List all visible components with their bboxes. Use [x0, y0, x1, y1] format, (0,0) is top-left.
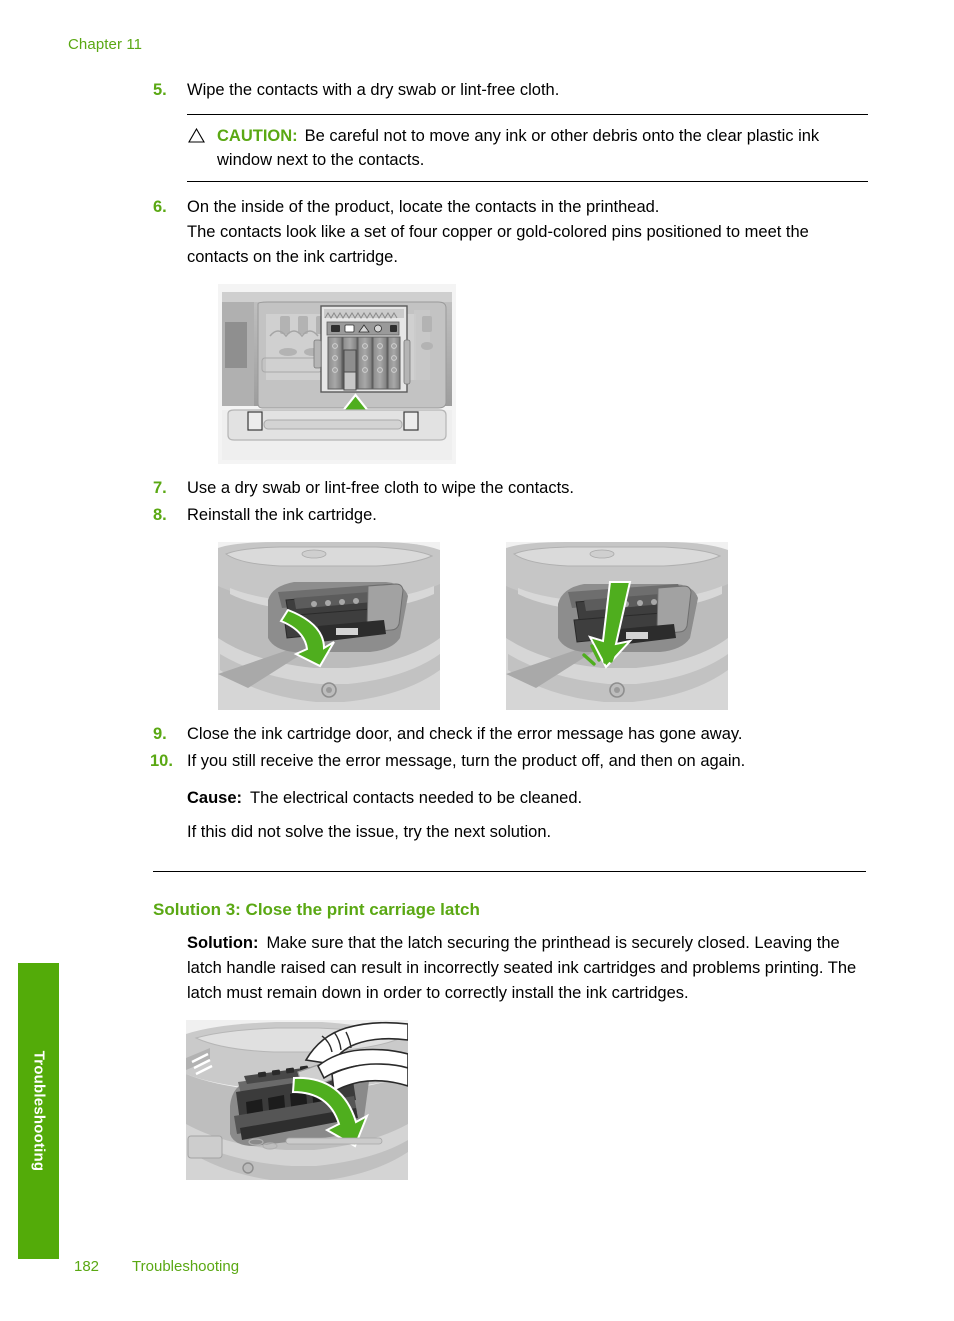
- list-item: 7. Use a dry swab or lint-free cloth to …: [153, 476, 868, 501]
- figure-block: [153, 1020, 868, 1180]
- solution-text: Make sure that the latch securing the pr…: [187, 934, 857, 1002]
- cause-paragraph: Cause: The electrical contacts needed to …: [153, 786, 868, 811]
- next-solution-note: If this did not solve the issue, try the…: [187, 823, 552, 841]
- page-content: 5. Wipe the contacts with a dry swab or …: [150, 78, 868, 1192]
- list-marker: 6.: [153, 198, 167, 216]
- list-marker: 8.: [153, 506, 167, 524]
- chapter-running-head: Chapter 11: [68, 36, 143, 53]
- list-item: 10. If you still receive the error messa…: [150, 749, 868, 774]
- list-item: 8. Reinstall the ink cartridge.: [153, 503, 868, 528]
- list-marker: 9.: [153, 725, 167, 743]
- figure-block: [153, 284, 868, 464]
- list-item-text: Close the ink cartridge door, and check …: [187, 725, 743, 743]
- caution-label: CAUTION:: [217, 127, 298, 145]
- printhead-contacts-illustration: [218, 284, 456, 464]
- list-item: 5. Wipe the contacts with a dry swab or …: [153, 78, 868, 103]
- list-marker: 10.: [150, 752, 173, 770]
- cause-text: The electrical contacts needed to be cle…: [250, 789, 583, 807]
- cause-label: Cause:: [187, 789, 243, 807]
- footer-section-name: Troubleshooting: [132, 1258, 240, 1275]
- list-item-text: Use a dry swab or lint-free cloth to wip…: [187, 479, 575, 497]
- solution-3-paragraph: Solution: Make sure that the latch securi…: [153, 931, 868, 1006]
- close-carriage-latch-illustration: [186, 1020, 408, 1180]
- list-item: 6. On the inside of the product, locate …: [153, 195, 868, 270]
- caution-text: Be careful not to move any ink or other …: [217, 127, 820, 169]
- list-marker: 7.: [153, 479, 167, 497]
- side-tab-label: Troubleshooting: [30, 1050, 47, 1172]
- page-footer: 182 Troubleshooting: [74, 1258, 239, 1275]
- ink-cartridge-seat-illustration: [506, 542, 728, 710]
- list-item: 9. Close the ink cartridge door, and che…: [153, 722, 868, 747]
- list-item-text: If you still receive the error message, …: [187, 752, 746, 770]
- list-marker: 5.: [153, 81, 167, 99]
- list-item-text: Wipe the contacts with a dry swab or lin…: [187, 81, 560, 99]
- footer-page-number: 182: [74, 1258, 100, 1275]
- caution-note: CAUTION: Be careful not to move any ink o…: [187, 114, 868, 182]
- figure-row: [153, 542, 868, 710]
- solution-3-heading: Solution 3: Close the print carriage lat…: [153, 900, 480, 919]
- section-divider: [153, 871, 866, 872]
- solution-label: Solution:: [187, 934, 259, 952]
- side-tab-troubleshooting: Troubleshooting: [18, 963, 59, 1259]
- ink-cartridge-tilt-illustration: [218, 542, 440, 710]
- list-item-text: Reinstall the ink cartridge.: [187, 506, 377, 524]
- list-item-text: On the inside of the product, locate the…: [187, 198, 660, 216]
- list-item-subtext: The contacts look like a set of four cop…: [187, 223, 809, 266]
- warning-triangle-icon: [188, 128, 205, 143]
